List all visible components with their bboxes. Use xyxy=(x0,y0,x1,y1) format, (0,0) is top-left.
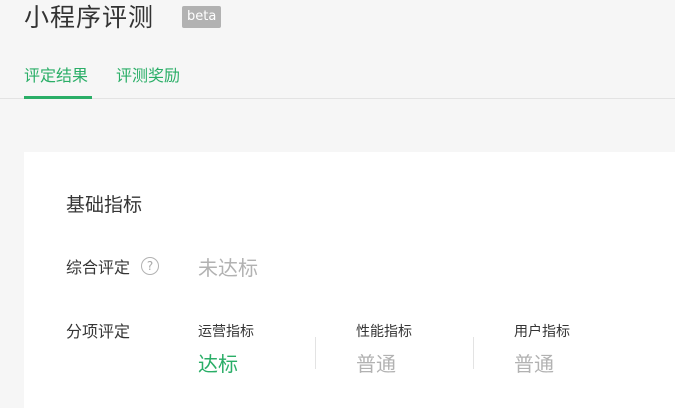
metric-divider xyxy=(315,337,316,369)
metric-divider xyxy=(473,337,474,369)
page-title: 小程序评测 xyxy=(24,3,155,32)
metric-name: 性能指标 xyxy=(356,324,412,340)
metric-performance: 性能指标 普通 xyxy=(356,322,496,378)
beta-badge: beta xyxy=(182,6,222,28)
active-tab-indicator xyxy=(24,96,92,99)
metric-value: 普通 xyxy=(514,352,554,376)
metric-name: 用户指标 xyxy=(514,324,570,340)
metric-value: 达标 xyxy=(198,352,238,376)
metric-user: 用户指标 普通 xyxy=(514,322,654,378)
overall-rating-value: 未达标 xyxy=(198,256,258,280)
tab-evaluation-reward[interactable]: 评测奖励 xyxy=(116,64,180,88)
overall-rating-label: 综合评定 xyxy=(66,258,131,277)
page-header: 小程序评测 beta 评定结果 评测奖励 xyxy=(0,0,675,99)
question-circle-icon[interactable]: ? xyxy=(141,257,159,275)
tab-evaluation-result[interactable]: 评定结果 xyxy=(24,64,88,88)
metric-name: 运营指标 xyxy=(198,324,254,340)
basic-metrics-card: 基础指标 综合评定 ? 未达标 分项评定 运营指标 达标 性能指标 普通 用户指… xyxy=(24,152,675,408)
metric-operations: 运营指标 达标 xyxy=(198,322,338,378)
section-title: 基础指标 xyxy=(66,194,143,216)
metric-value: 普通 xyxy=(356,352,396,376)
item-rating-label: 分项评定 xyxy=(66,322,131,341)
